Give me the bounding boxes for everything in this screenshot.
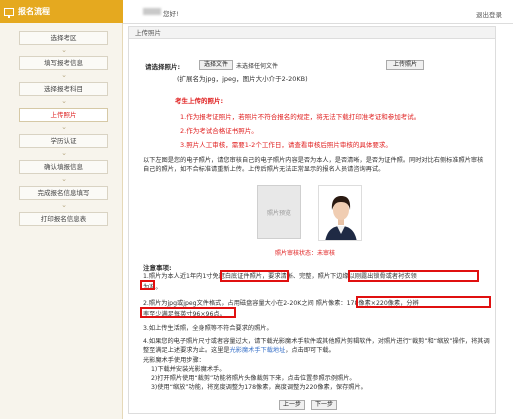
upload-photo-panel: 上传照片 请选择照片: 选择文件 未选择任何文件 上传照片 (扩展名为jpg，j… [128,26,496,414]
notes-title: 注意事项: [143,264,172,272]
notice-item: 2.作为考试合格证书照片。 [180,127,258,135]
sample-photo [318,185,362,241]
download-link[interactable]: 光影魔术手下载地址 [230,347,286,354]
chevron-down-icon: ⌄ [61,123,67,131]
chevron-down-icon: ⌄ [61,201,67,209]
no-file-text: 未选择任何文件 [236,63,279,70]
chevron-down-icon: ⌄ [61,149,67,157]
highlight-box [356,296,491,308]
sidebar: 报名流程 选择考区 ⌄ 填写报考信息 ⌄ 选择报考科目 ⌄ 上传照片 ⌄ 学历认… [0,0,123,419]
step-upload-photo[interactable]: 上传照片 [19,108,108,122]
step-print-form[interactable]: 打印报名信息表 [19,212,108,226]
steps-item: 1)下载并安装光影魔术手。 [151,366,226,373]
next-button[interactable]: 下一步 [311,400,337,410]
step-education-verify[interactable]: 学历认证 [19,134,108,148]
notice-item: 1.作为报考证照片，若照片不符合报名的规定，将无法下载打印准考证和参加考试。 [180,113,421,121]
steps-title: 光影魔术手使用步骤： [143,357,205,364]
steps-item: 3)使用“缩放”功能，将宽度调整为178像素，高度调整为220像素，保存照片。 [151,384,367,391]
step-confirm-info[interactable]: 确认填报信息 [19,160,108,174]
photo-preview: 照片预览 [257,185,301,239]
chevron-down-icon: ⌄ [61,46,67,54]
note-4: 4.如果您的电子照片尺寸或者容量过大，请下载光影魔术手软件或其他照片剪辑软件，对… [143,338,490,354]
chevron-down-icon: ⌄ [61,71,67,79]
sample-person-icon [319,186,361,240]
note-3: 3.如上传生活照，全身照等不符合要求的照片。 [143,325,273,332]
intro-text: 以下左图是您的电子照片，请您审核自己的电子照片内容是否为本人，是否清晰，是否为证… [143,157,484,173]
highlight-box [140,280,155,290]
user-name-redacted [143,8,161,15]
highlight-box [348,270,479,282]
note-text: 1.照片为本人近1年内 [143,273,203,280]
notice-title: 考生上传的照片: [175,97,224,105]
note-text: 2.照片为jpg或jpeg文件格式，占用磁盘容量大小在2-20K之间 [143,300,314,307]
select-photo-label: 请选择照片: [145,63,181,71]
notice-item: 3.照片人工审核，需要1-2个工作日，请查看审核后照片审核的具体要求。 [180,141,392,149]
upload-photo-button[interactable]: 上传照片 [386,60,424,70]
panel-title: 上传照片 [129,27,495,39]
audit-status: 照片审核状态：未审核 [275,250,336,257]
step-select-area[interactable]: 选择考区 [19,31,108,45]
step-fill-info[interactable]: 填写报考信息 [19,56,108,70]
choose-file-button[interactable]: 选择文件 [199,60,233,70]
photo-preview-label: 照片预览 [266,209,291,217]
sidebar-header: 报名流程 [0,0,123,23]
top-bar: 您好! 退出登录 [123,0,513,24]
sidebar-title: 报名流程 [18,7,50,16]
logout-link[interactable]: 退出登录 [476,9,502,19]
note-text: 。 [155,284,162,291]
prev-button[interactable]: 上一步 [279,400,305,410]
chevron-down-icon: ⌄ [61,97,67,105]
highlight-box [220,270,289,282]
steps-item: 2)打开照片使用“裁剪”功能将照片头像裁剪下来，点击位置参照示例照片。 [151,375,356,382]
chevron-down-icon: ⌄ [61,175,67,183]
step-select-subject[interactable]: 选择报考科目 [19,82,108,96]
format-hint: (扩展名为jpg，jpeg，图片大小介于2-20KB) [177,75,308,83]
greeting: 您好! [163,10,179,18]
step-complete-info[interactable]: 完成报名信息填写 [19,186,108,200]
highlight-box [140,307,236,318]
monitor-icon [4,7,14,18]
